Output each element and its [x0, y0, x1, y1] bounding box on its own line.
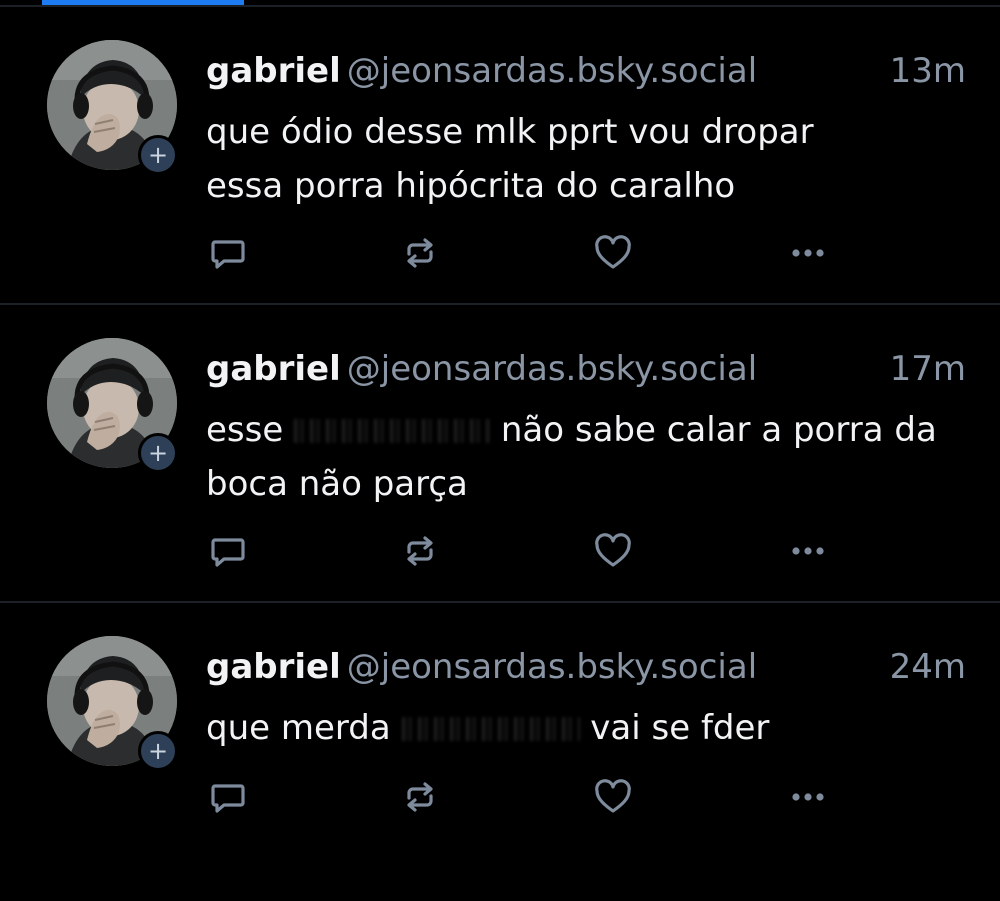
post-actions: [206, 775, 846, 819]
like-button[interactable]: [591, 775, 635, 819]
post-text: que ódio desse mlk pprt vou dropar essa …: [206, 105, 976, 213]
post[interactable]: + gabriel @jeonsardas.bsky.social 24m que…: [0, 603, 1000, 901]
follow-badge[interactable]: +: [138, 433, 178, 473]
more-icon: [792, 547, 824, 555]
reply-icon: [211, 538, 245, 567]
post-actions: [206, 529, 846, 573]
reply-icon: [211, 240, 245, 269]
repost-icon: [407, 536, 433, 566]
reply-button[interactable]: [206, 775, 250, 819]
post-timestamp[interactable]: 24m: [890, 645, 966, 689]
post-actions: [206, 231, 846, 275]
post[interactable]: + gabriel @jeonsardas.bsky.social 17m ess…: [0, 305, 1000, 603]
redacted-text: [401, 717, 580, 741]
author-name[interactable]: gabriel: [206, 349, 341, 389]
like-icon: [595, 779, 631, 813]
repost-button[interactable]: [398, 231, 442, 275]
feed: + gabriel @jeonsardas.bsky.social 13m que…: [0, 7, 1000, 901]
author-handle[interactable]: @jeonsardas.bsky.social: [347, 647, 757, 687]
reply-icon: [211, 784, 245, 813]
follow-badge[interactable]: +: [138, 731, 178, 771]
repost-icon: [407, 238, 433, 268]
post-header: gabriel @jeonsardas.bsky.social 17m: [206, 347, 966, 391]
post-timestamp[interactable]: 13m: [890, 49, 966, 93]
reply-button[interactable]: [206, 529, 250, 573]
like-icon: [595, 235, 631, 269]
post-text: que merda vai se fder: [206, 701, 976, 755]
more-icon: [792, 249, 824, 257]
redacted-text: [294, 419, 491, 443]
post[interactable]: + gabriel @jeonsardas.bsky.social 13m que…: [0, 7, 1000, 305]
author-handle[interactable]: @jeonsardas.bsky.social: [347, 51, 757, 91]
more-options-button[interactable]: [786, 529, 830, 573]
author-name[interactable]: gabriel: [206, 51, 341, 91]
reply-button[interactable]: [206, 231, 250, 275]
author-name[interactable]: gabriel: [206, 647, 341, 687]
post-text-content: que merda: [206, 708, 402, 748]
post-timestamp[interactable]: 17m: [890, 347, 966, 391]
author-handle[interactable]: @jeonsardas.bsky.social: [347, 349, 757, 389]
follow-badge[interactable]: +: [138, 135, 178, 175]
more-options-button[interactable]: [786, 231, 830, 275]
repost-button[interactable]: [398, 775, 442, 819]
like-button[interactable]: [591, 529, 635, 573]
post-text-content: que ódio desse mlk pprt vou dropar essa …: [206, 112, 814, 206]
like-button[interactable]: [591, 231, 635, 275]
post-text-content: esse: [206, 410, 295, 450]
post-text-content: vai se fder: [579, 708, 770, 748]
repost-button[interactable]: [398, 529, 442, 573]
more-icon: [792, 793, 824, 801]
post-header: gabriel @jeonsardas.bsky.social 24m: [206, 645, 966, 689]
repost-icon: [407, 782, 433, 812]
like-icon: [595, 533, 631, 567]
post-header: gabriel @jeonsardas.bsky.social 13m: [206, 49, 966, 93]
more-options-button[interactable]: [786, 775, 830, 819]
post-text: esse não sabe calar a porra da boca não …: [206, 403, 976, 511]
